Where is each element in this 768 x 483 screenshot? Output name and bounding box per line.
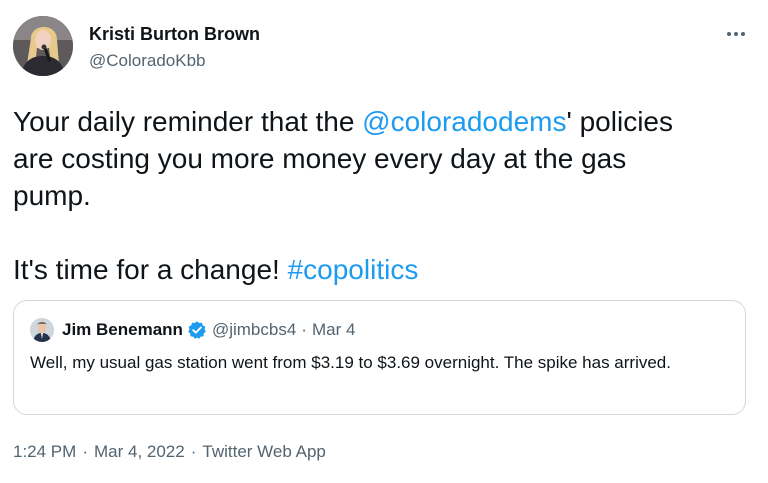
author-avatar[interactable]: [13, 16, 73, 76]
tweet: Kristi Burton Brown @ColoradoKbb Your da…: [0, 0, 768, 483]
hashtag-link[interactable]: #copolitics: [288, 254, 419, 285]
tweet-text-line: pump.: [13, 180, 91, 211]
quote-separator: ·: [301, 320, 307, 339]
tweet-date[interactable]: Mar 4, 2022: [94, 442, 185, 462]
quote-author-handle[interactable]: @jimbcbs4: [212, 320, 296, 340]
tweet-text-segment: ' policies: [566, 106, 673, 137]
tweet-text-spacer: [13, 214, 753, 251]
meta-separator: ·: [190, 442, 197, 461]
more-horizontal-icon: [727, 32, 731, 36]
author-handle[interactable]: @ColoradoKbb: [89, 50, 206, 72]
tweet-text-line: It's time for a change! #copolitics: [13, 251, 753, 288]
author-name[interactable]: Kristi Burton Brown: [89, 23, 260, 45]
tweet-text: Your daily reminder that the @coloradode…: [13, 103, 753, 288]
verified-badge-icon: [188, 321, 206, 339]
mention-link[interactable]: @coloradodems: [362, 106, 566, 137]
quote-text: Well, my usual gas station went from $3.…: [30, 353, 671, 372]
tweet-time[interactable]: 1:24 PM: [13, 442, 76, 462]
tweet-text-line: Your daily reminder that the @coloradode…: [13, 103, 753, 140]
tweet-text-segment: It's time for a change!: [13, 254, 288, 285]
quote-date[interactable]: Mar 4: [312, 320, 355, 340]
quoted-tweet-card[interactable]: Jim Benemann @jimbcbs4 · Mar 4 Well, my …: [13, 300, 746, 415]
more-options-button[interactable]: [718, 22, 754, 46]
meta-separator: ·: [82, 442, 88, 461]
quote-author-avatar[interactable]: [30, 318, 54, 342]
tweet-source-app[interactable]: Twitter Web App: [202, 442, 325, 462]
quote-author-name[interactable]: Jim Benemann: [62, 320, 183, 340]
quote-header: Jim Benemann @jimbcbs4 · Mar 4: [62, 319, 355, 341]
tweet-text-line: are costing you more money every day at …: [13, 143, 627, 174]
tweet-meta: 1:24 PM · Mar 4, 2022 · Twitter Web App: [13, 440, 326, 464]
tweet-text-segment: Your daily reminder that the: [13, 106, 363, 137]
